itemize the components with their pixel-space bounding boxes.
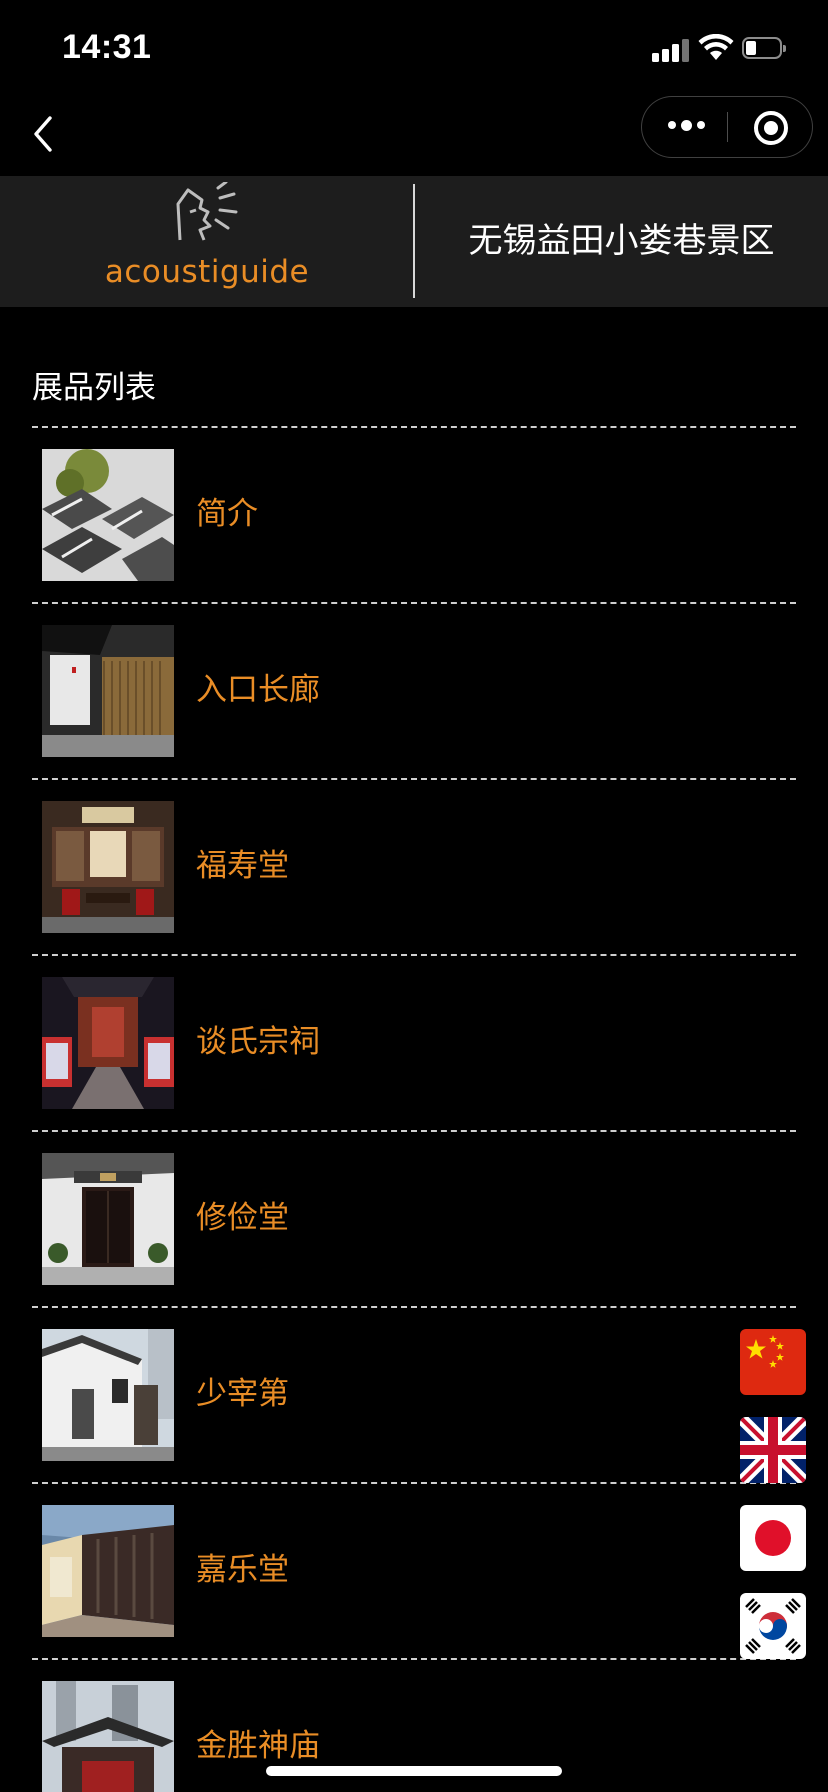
acoustiguide-head-icon bbox=[176, 182, 238, 241]
list-item-title: 修俭堂 bbox=[196, 1200, 289, 1236]
list-item[interactable]: 福寿堂 bbox=[32, 778, 796, 954]
cellular-signal-icon bbox=[652, 38, 690, 62]
list-item-title: 金胜神庙 bbox=[196, 1728, 320, 1764]
nav-bar bbox=[0, 96, 828, 176]
tiled-rooftops-photo bbox=[42, 449, 174, 581]
list-item[interactable]: 嘉乐堂 bbox=[32, 1482, 796, 1658]
list-item[interactable]: 少宰第 bbox=[32, 1306, 796, 1482]
status-bar: 14:31 bbox=[0, 0, 828, 96]
logo-text: acoustiguide bbox=[104, 254, 310, 290]
list-item-title: 嘉乐堂 bbox=[196, 1552, 289, 1588]
wifi-icon bbox=[698, 34, 734, 60]
japan-flag-button[interactable] bbox=[740, 1505, 806, 1571]
korea-flag-icon bbox=[740, 1593, 806, 1659]
header-banner: acoustiguide 无锡益田小娄巷景区 bbox=[0, 176, 828, 307]
chinese-flag-icon bbox=[740, 1329, 806, 1395]
list-item-title: 少宰第 bbox=[196, 1376, 289, 1412]
courtyard-photo bbox=[42, 1505, 174, 1637]
japan-flag-icon bbox=[740, 1505, 806, 1571]
chevron-left-icon bbox=[34, 116, 52, 152]
korea-flag-button[interactable] bbox=[740, 1593, 806, 1659]
uk-flag-button[interactable] bbox=[740, 1417, 806, 1483]
more-button[interactable] bbox=[642, 97, 728, 157]
list-item-title: 入口长廊 bbox=[196, 672, 320, 708]
temple-roof-photo bbox=[42, 1681, 174, 1792]
white-wall-building-photo bbox=[42, 1329, 174, 1461]
list-item[interactable]: 入口长廊 bbox=[32, 602, 796, 778]
battery-icon bbox=[742, 37, 786, 61]
target-circle-icon bbox=[754, 111, 788, 145]
entrance-corridor-photo bbox=[42, 625, 174, 757]
screen: 14:31 acoustiguide 无锡益田小娄巷景区 展品列表 简介 入口长… bbox=[0, 0, 828, 1792]
list-item-title: 谈氏宗祠 bbox=[196, 1024, 320, 1060]
chinese-flag-button[interactable] bbox=[740, 1329, 806, 1395]
list-item-title: 福寿堂 bbox=[196, 848, 289, 884]
black-gate-photo bbox=[42, 1153, 174, 1285]
status-time: 14:31 bbox=[62, 28, 152, 66]
back-button[interactable] bbox=[26, 110, 66, 160]
exhibit-list: 简介 入口长廊 福寿堂 谈氏宗祠 修俭堂 少宰第 嘉乐堂 金胜神庙 bbox=[32, 426, 796, 1792]
hall-interior-photo bbox=[42, 801, 174, 933]
uk-flag-icon bbox=[740, 1417, 806, 1483]
list-item[interactable]: 简介 bbox=[32, 426, 796, 602]
list-item[interactable]: 谈氏宗祠 bbox=[32, 954, 796, 1130]
list-item[interactable]: 修俭堂 bbox=[32, 1130, 796, 1306]
home-indicator bbox=[266, 1766, 562, 1776]
list-item-title: 简介 bbox=[196, 496, 258, 532]
mini-program-capsule bbox=[641, 96, 813, 158]
site-name: 无锡益田小娄巷景区 bbox=[468, 221, 775, 261]
close-mini-program-button[interactable] bbox=[728, 97, 812, 157]
list-heading: 展品列表 bbox=[32, 370, 156, 406]
logo: acoustiguide bbox=[0, 176, 414, 307]
ancestral-hall-photo bbox=[42, 977, 174, 1109]
